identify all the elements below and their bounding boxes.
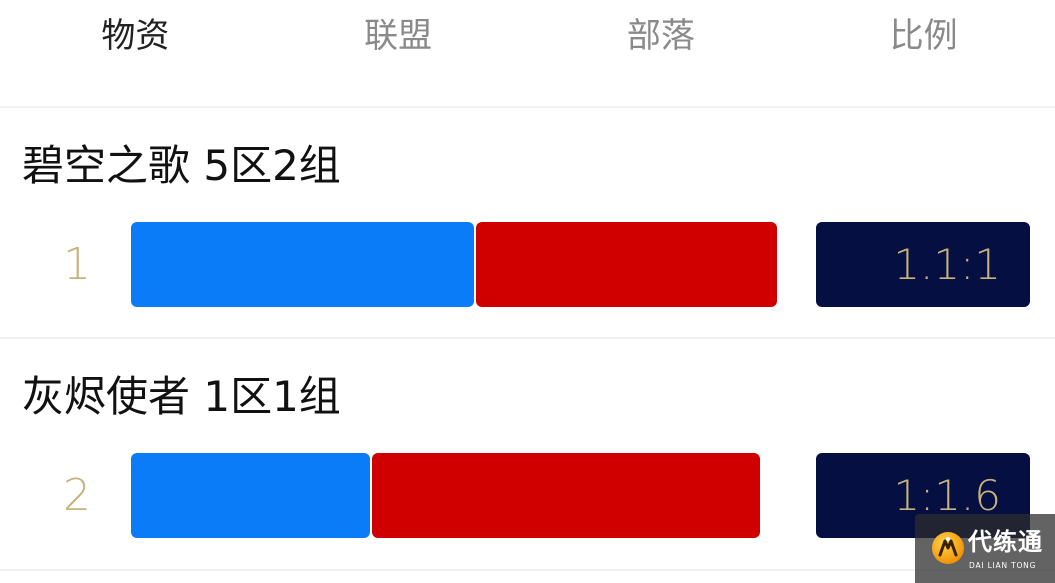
server-name: 碧空之歌 5区2组	[22, 141, 341, 190]
faction-bar	[131, 222, 777, 307]
column-tabs: 物资 联盟 部落 比例	[4, 0, 1055, 106]
watermark-title: 代练通	[968, 528, 1043, 556]
faction-bar	[131, 453, 777, 538]
tab-horde[interactable]: 部落	[530, 0, 793, 58]
list-item: 灰烬使者 1区1组 2 1:1.6	[0, 339, 1055, 568]
rank-number: 1	[63, 239, 91, 290]
server-name: 灰烬使者 1区1组	[22, 372, 341, 421]
rank-number: 2	[63, 470, 91, 521]
row-divider	[0, 569, 1055, 571]
horde-bar-segment	[372, 453, 760, 538]
dai-lian-tong-logo-icon	[931, 531, 965, 565]
horde-bar-segment	[476, 222, 777, 307]
watermark-logo: 代练通 DAI LIAN TONG	[915, 514, 1055, 583]
ratio-badge: 1.1:1	[816, 222, 1030, 307]
alliance-bar-segment	[131, 222, 474, 307]
ratio-value: 1.1:1	[893, 240, 1001, 289]
tab-resources[interactable]: 物资	[4, 0, 267, 58]
alliance-bar-segment	[131, 453, 370, 538]
watermark-subtitle: DAI LIAN TONG	[969, 561, 1037, 570]
tab-ratio[interactable]: 比例	[792, 0, 1055, 58]
tab-alliance[interactable]: 联盟	[267, 0, 530, 58]
list-item: 碧空之歌 5区2组 1 1.1:1	[0, 108, 1055, 337]
